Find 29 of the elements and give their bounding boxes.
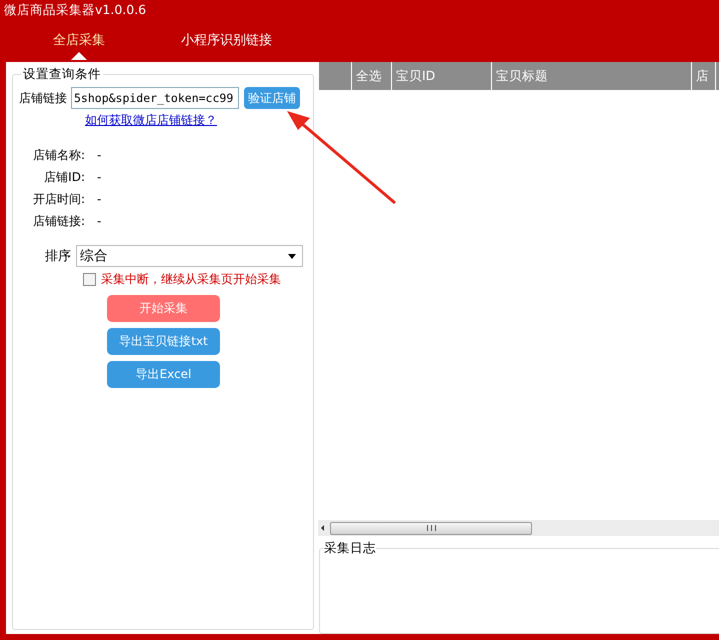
- export-button[interactable]: 导出宝贝链接txt: [107, 328, 220, 355]
- info-value: -: [97, 214, 102, 228]
- sort-dropdown[interactable]: 综合: [76, 245, 303, 267]
- info-value: -: [97, 192, 102, 206]
- verify-button[interactable]: 验证店铺: [244, 87, 300, 109]
- horizontal-scrollbar[interactable]: [318, 520, 719, 536]
- help-link[interactable]: 如何获取微店店铺链接？: [85, 112, 217, 129]
- info-label: 店铺名称:: [32, 147, 85, 164]
- field-label: 店铺链接: [19, 90, 67, 106]
- panel-title: 设置查询条件: [22, 66, 102, 83]
- shop-link-field[interactable]: 5shop&spider_token=cc99: [71, 87, 239, 109]
- caret-icon: [288, 254, 296, 258]
- column-header[interactable]: 全选: [352, 62, 392, 90]
- info-label: 店铺链接:: [32, 213, 85, 230]
- column-header[interactable]: 店: [692, 62, 716, 90]
- checkbox-label: 采集中断，继续从采集页开始采集: [101, 271, 281, 288]
- info-label: 店铺ID:: [43, 169, 85, 186]
- column-header[interactable]: 宝贝标题: [492, 62, 692, 90]
- panel-title: 采集日志: [324, 540, 376, 557]
- info-label: 开店时间:: [32, 191, 85, 208]
- column-header[interactable]: 宝贝ID: [392, 62, 492, 90]
- sort-label: 排序: [45, 248, 71, 265]
- resume-checkbox[interactable]: [83, 273, 96, 286]
- info-value: -: [97, 148, 102, 162]
- export-button[interactable]: 导出Excel: [107, 361, 220, 388]
- window-title: 微店商品采集器v1.0.0.6: [3, 1, 148, 19]
- tab[interactable]: 小程序识别链接: [156, 20, 297, 62]
- info-value: -: [97, 170, 102, 184]
- start-button[interactable]: 开始采集: [107, 295, 220, 322]
